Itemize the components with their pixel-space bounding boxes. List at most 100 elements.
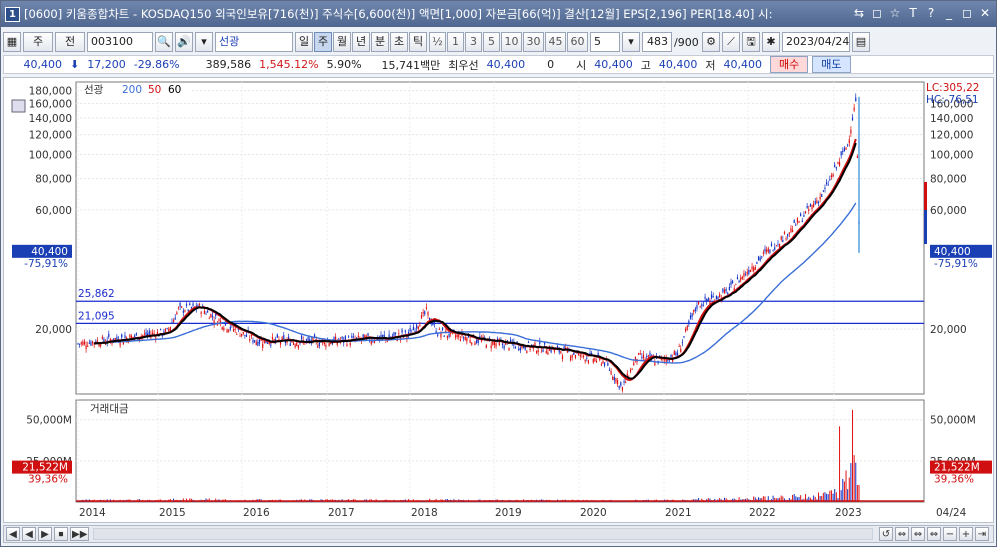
scroll-button-3[interactable]: ⏹	[54, 527, 68, 541]
panel-menu-icon	[11, 99, 26, 113]
range-marker-blue	[924, 210, 927, 244]
window-control-5[interactable]: _	[942, 5, 956, 21]
x-year-label: 2018	[411, 507, 438, 519]
open-price: 40,400	[594, 58, 633, 71]
right-price-badge: 40,400	[934, 246, 971, 258]
more-icon[interactable]: ▾	[195, 32, 213, 52]
zoom-button-6[interactable]: ⇥	[975, 527, 989, 541]
right-y-tick-label: 140,000	[930, 113, 973, 125]
window-control-0[interactable]: ⇆	[852, 5, 866, 21]
scroll-track[interactable]	[93, 528, 873, 540]
best-ask-label: 최우선	[448, 58, 479, 72]
legend-ma200: 200	[122, 84, 142, 96]
tick-number-5[interactable]: 30	[523, 32, 544, 52]
volume-left-badge: 21,522M	[22, 462, 68, 474]
y-tick-label: 20,000	[35, 324, 72, 336]
chart-scrollbar[interactable]: ◀ ◀ ▶ ⏹ ▶▶ ↺ ⇔ ⇔ ⇔ − + ⇥	[3, 525, 994, 543]
date-input[interactable]: 2023/04/24	[782, 32, 850, 52]
hc-label: HC:-76,51	[926, 94, 979, 106]
window-title: [0600] 키움종합차트 - KOSDAQ150 외국인보유[716(천)] …	[24, 7, 773, 21]
zoom-button-3[interactable]: ⇔	[927, 527, 941, 541]
x-year-label: 2016	[243, 507, 270, 519]
window-control-6[interactable]: ◻	[960, 5, 974, 21]
down-arrow-icon: ⬇	[70, 58, 80, 71]
scroll-button-1[interactable]: ◀	[22, 527, 36, 541]
save-icon[interactable]: 🖫	[742, 32, 760, 52]
market-select[interactable]: 주	[23, 32, 53, 52]
tick-number-0[interactable]: ½	[429, 32, 446, 52]
right-y-tick-label: 80,000	[930, 174, 967, 186]
volume-ratio: 1,545.12%	[259, 58, 319, 71]
scroll-left-buttons: ◀ ◀ ▶ ⏹ ▶▶	[4, 527, 90, 541]
volume-right-badge: 21,522M	[934, 462, 980, 474]
period-tab-0[interactable]: 일	[295, 32, 313, 52]
left-pct-badge: -75,91%	[24, 258, 68, 270]
price-change: 17,200	[87, 58, 126, 71]
best-ask-qty: 0	[547, 58, 555, 71]
zoom-button-0[interactable]: ↺	[879, 527, 893, 541]
grid-icon[interactable]: ▦	[3, 32, 21, 52]
scroll-thumb[interactable]	[94, 529, 872, 539]
period-tab-3[interactable]: 년	[352, 32, 370, 52]
gear-icon[interactable]: ✱	[762, 32, 780, 52]
zoom-button-5[interactable]: +	[959, 527, 973, 541]
zoom-button-2[interactable]: ⇔	[911, 527, 925, 541]
legend-ma60: 60	[168, 84, 181, 96]
period-tabs: 일주월년분초틱	[295, 32, 427, 52]
indicator-icon[interactable]: ⟋	[722, 32, 740, 52]
right-y-tick-label: 100,000	[930, 149, 973, 161]
tick-number-3[interactable]: 5	[483, 32, 500, 52]
calendar-icon[interactable]: ▤	[852, 32, 870, 52]
zoom-button-4[interactable]: −	[943, 527, 957, 541]
app-icon: 1	[5, 6, 20, 22]
x-year-label: 2020	[580, 507, 607, 519]
window-control-1[interactable]: ◻	[870, 5, 884, 21]
stock-code-input[interactable]: 003100	[87, 32, 153, 52]
current-price: 40,400	[23, 58, 63, 71]
stock-name-field[interactable]: 선광	[215, 32, 293, 52]
reference-label-1: 25,862	[78, 288, 115, 300]
tick-number-2[interactable]: 3	[465, 32, 482, 52]
scroll-button-2[interactable]: ▶	[38, 527, 52, 541]
chart-settings-icon[interactable]: ⚙	[702, 32, 720, 52]
search-icon[interactable]: 🔍	[155, 32, 173, 52]
volume-right-tick: 50,000M	[930, 415, 976, 427]
interval-input[interactable]: 5	[590, 32, 620, 52]
tick-number-7[interactable]: 60	[567, 32, 588, 52]
period-tab-6[interactable]: 틱	[409, 32, 427, 52]
x-year-label: 2022	[749, 507, 776, 519]
chart-area[interactable]: 180,000 160,000 140,000 120,000 100,000 80,00…	[3, 77, 994, 523]
window-control-2[interactable]: ☆	[888, 5, 902, 21]
low-price: 40,400	[723, 58, 763, 71]
window-control-4[interactable]: ?	[924, 5, 938, 21]
title-bar: 1 [0600] 키움종합차트 - KOSDAQ150 외국인보유[716(천)…	[1, 1, 996, 27]
scroll-button-0[interactable]: ◀	[6, 527, 20, 541]
y-tick-label: 140,000	[29, 113, 72, 125]
change-percent: -29.86%	[133, 58, 180, 71]
price-volume-chart[interactable]: 180,000160,000 140,000 120,000 100,000 80,00…	[4, 78, 993, 522]
sound-icon[interactable]: 🔊	[175, 32, 193, 52]
period-tab-4[interactable]: 분	[371, 32, 389, 52]
right-pct-badge: -75,91%	[934, 258, 978, 270]
tick-number-1[interactable]: 1	[447, 32, 464, 52]
sell-button[interactable]: 매도	[812, 56, 851, 73]
tick-numbers: ½ 1 3 5 10 30 45 60	[429, 32, 588, 52]
scroll-button-4[interactable]: ▶▶	[70, 527, 90, 541]
period-select[interactable]: 전	[55, 32, 85, 52]
buy-button[interactable]: 매수	[770, 56, 809, 73]
volume-panel	[75, 399, 925, 503]
window-control-3[interactable]: T	[906, 5, 920, 21]
period-tab-2[interactable]: 월	[333, 32, 351, 52]
volume-legend: 거래대금	[90, 403, 129, 415]
high-label: 고	[640, 58, 651, 72]
bar-count-input[interactable]: 483	[642, 32, 672, 52]
x-year-label: 2021	[665, 507, 692, 519]
tick-number-4[interactable]: 10	[501, 32, 522, 52]
window-control-7[interactable]: ✕	[978, 5, 992, 21]
period-tab-1[interactable]: 주	[314, 32, 332, 52]
tick-number-6[interactable]: 45	[545, 32, 566, 52]
zoom-button-1[interactable]: ⇔	[895, 527, 909, 541]
low-label: 저	[705, 58, 716, 72]
period-tab-5[interactable]: 초	[390, 32, 408, 52]
dropdown-icon[interactable]: ▾	[622, 32, 640, 52]
